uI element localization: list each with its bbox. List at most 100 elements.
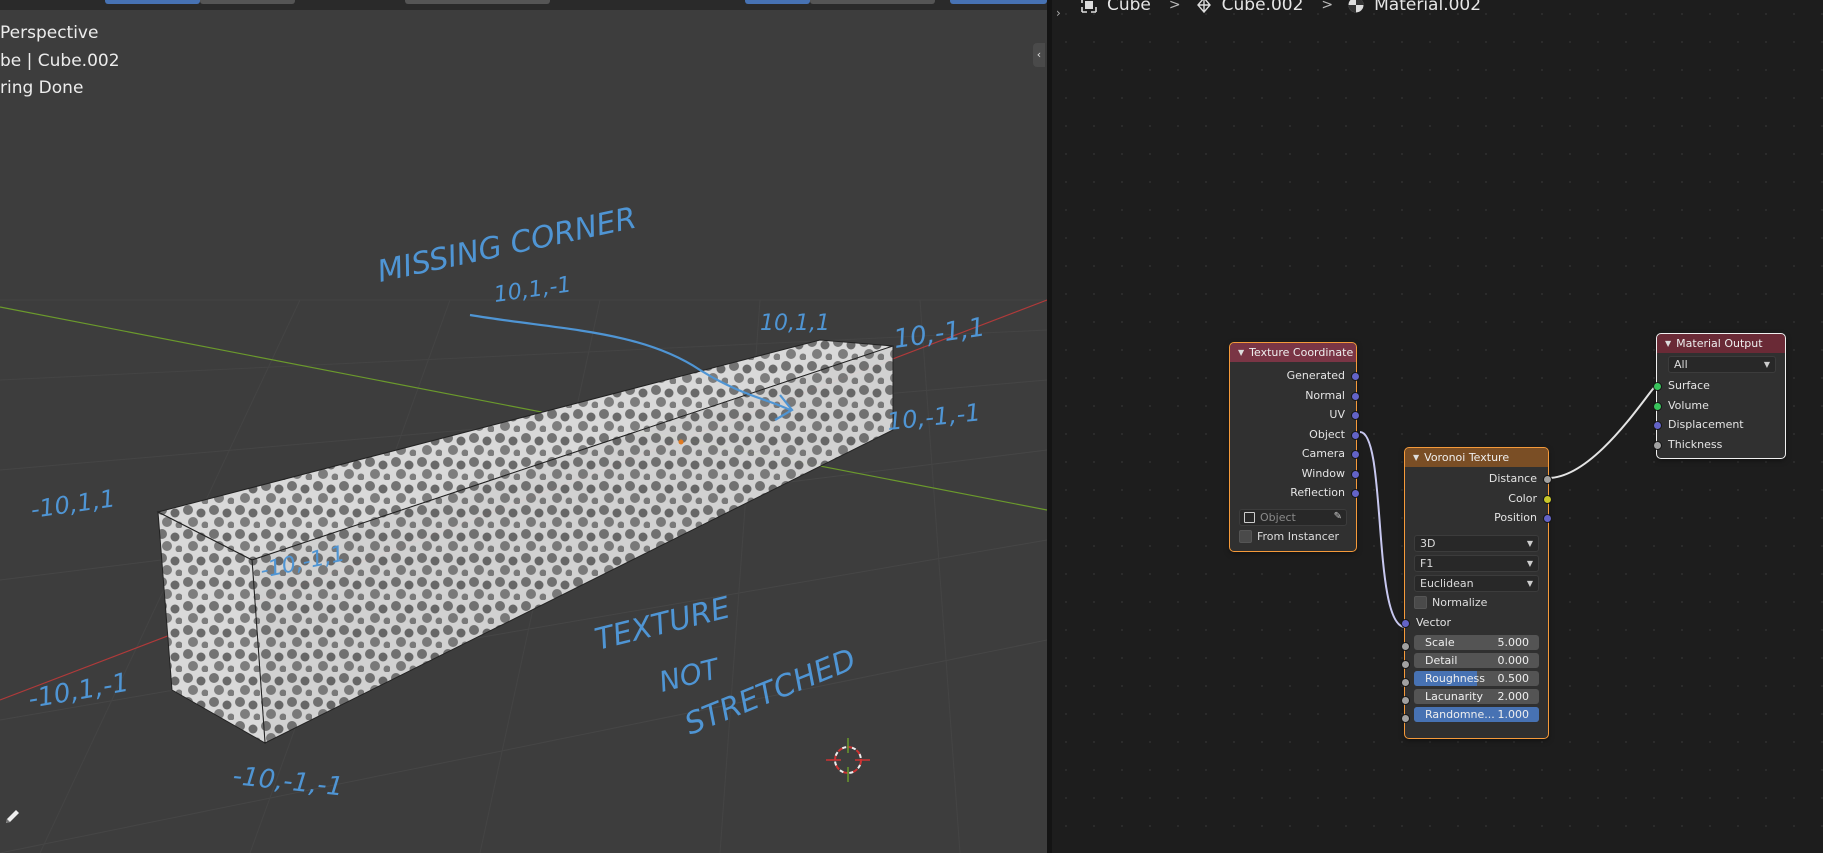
- shader-socket-icon[interactable]: [1653, 401, 1662, 411]
- float-socket-icon[interactable]: [1401, 696, 1410, 705]
- scale-slider[interactable]: Scale 5.000: [1414, 635, 1539, 650]
- node-title: Material Output: [1676, 337, 1763, 350]
- float-socket-icon[interactable]: [1401, 642, 1410, 651]
- float-socket-icon[interactable]: [1401, 678, 1410, 687]
- socket-label: UV: [1329, 408, 1345, 421]
- link-object-to-vector: [1359, 431, 1406, 628]
- vector-socket-icon[interactable]: [1351, 411, 1360, 420]
- dimensions-dropdown[interactable]: 3D ▼: [1414, 534, 1539, 552]
- param-detail[interactable]: Detail 0.000: [1401, 653, 1548, 669]
- object-placeholder: Object: [1260, 510, 1296, 524]
- slider-label: Scale: [1425, 636, 1455, 649]
- output-normal[interactable]: Normal: [1230, 386, 1360, 406]
- 3d-cursor: [826, 738, 870, 782]
- vector-socket-icon[interactable]: [1401, 618, 1410, 628]
- voronoi-texture-node[interactable]: ▼ Voronoi Texture Distance Color Positio…: [1401, 447, 1552, 739]
- vector-socket-icon[interactable]: [1351, 450, 1360, 459]
- param-lacunarity[interactable]: Lacunarity 2.000: [1401, 689, 1548, 705]
- dropdown-value: All: [1674, 358, 1688, 371]
- detail-slider[interactable]: Detail 0.000: [1414, 653, 1539, 668]
- input-thickness[interactable]: Thickness: [1653, 435, 1785, 455]
- socket-label: Normal: [1305, 388, 1345, 402]
- input-displacement[interactable]: Displacement: [1653, 415, 1785, 435]
- annotation-top-right-back: 10,1,1: [760, 311, 830, 336]
- param-scale[interactable]: Scale 5.000: [1401, 635, 1548, 651]
- socket-label: Generated: [1286, 369, 1345, 382]
- from-instancer-toggle[interactable]: From Instancer: [1239, 529, 1347, 543]
- output-window[interactable]: Window: [1230, 464, 1360, 484]
- texture-coordinate-header[interactable]: ▼ Texture Coordinate: [1230, 343, 1356, 362]
- sidebar-toggle-icon[interactable]: ‹: [1033, 43, 1045, 67]
- feature-dropdown[interactable]: F1 ▼: [1414, 554, 1539, 572]
- socket-label: Position: [1494, 511, 1537, 524]
- material-output-header[interactable]: ▼ Material Output: [1657, 334, 1785, 353]
- vector-socket-icon[interactable]: [1543, 514, 1552, 523]
- float-socket-icon[interactable]: [1401, 660, 1410, 669]
- output-position[interactable]: Position: [1405, 508, 1552, 528]
- 3d-viewport[interactable]: MISSING CORNER 10,1,-1 10,1,1 10,-1,1 10…: [0, 0, 1047, 853]
- node-title: Texture Coordinate: [1249, 346, 1354, 359]
- vector-socket-icon[interactable]: [1653, 421, 1662, 430]
- vector-socket-icon[interactable]: [1351, 430, 1360, 440]
- socket-label: Distance: [1488, 472, 1537, 485]
- collapse-chevron-icon[interactable]: ▼: [1413, 453, 1419, 462]
- output-uv[interactable]: UV: [1230, 405, 1360, 425]
- from-instancer-checkbox[interactable]: [1239, 529, 1252, 543]
- roughness-slider[interactable]: Roughness 0.500: [1414, 671, 1539, 686]
- slider-label: Detail: [1425, 654, 1458, 667]
- float-socket-icon[interactable]: [1401, 714, 1410, 723]
- socket-label: Displacement: [1668, 418, 1744, 431]
- dropdown-value: Euclidean: [1420, 576, 1474, 590]
- vector-socket-icon[interactable]: [1351, 372, 1360, 381]
- normalize-toggle[interactable]: Normalize: [1414, 595, 1539, 609]
- float-socket-icon[interactable]: [1543, 475, 1552, 484]
- slider-label: Lacunarity: [1425, 690, 1484, 703]
- output-distance[interactable]: Distance: [1405, 469, 1552, 489]
- render-target-dropdown[interactable]: All ▼: [1668, 356, 1776, 373]
- voronoi-texture-header[interactable]: ▼ Voronoi Texture: [1405, 448, 1548, 467]
- slider-value: 5.000: [1497, 636, 1530, 649]
- vector-socket-icon[interactable]: [1351, 391, 1360, 401]
- annotation-left-back-top: -10,1,1: [29, 484, 117, 524]
- texture-coordinate-node[interactable]: ▼ Texture Coordinate Generated Normal UV…: [1229, 342, 1360, 552]
- normalize-label: Normalize: [1432, 595, 1488, 609]
- material-output-node[interactable]: ▼ Material Output All ▼ Surface Volume D…: [1653, 333, 1786, 459]
- input-surface[interactable]: Surface: [1653, 376, 1785, 396]
- chevron-down-icon: ▼: [1526, 538, 1533, 548]
- annotation-left-front-bottom: -10,-1,-1: [231, 761, 344, 802]
- distance-metric-dropdown[interactable]: Euclidean ▼: [1414, 574, 1539, 592]
- output-camera[interactable]: Camera: [1230, 444, 1360, 464]
- output-color[interactable]: Color: [1405, 489, 1552, 509]
- socket-label: Reflection: [1290, 486, 1345, 499]
- annotation-missing-corner-coord: 10,1,-1: [492, 272, 573, 308]
- vector-socket-icon[interactable]: [1351, 469, 1360, 479]
- output-object[interactable]: Object: [1230, 425, 1360, 445]
- color-socket-icon[interactable]: [1543, 494, 1552, 504]
- collapse-chevron-icon[interactable]: ▼: [1238, 348, 1244, 357]
- shader-node-editor[interactable]: › Cube > Cube.002 > Material.002 ▼ Textu…: [1052, 0, 1823, 853]
- annotation-texture: TEXTURE: [591, 590, 733, 657]
- vector-socket-icon[interactable]: [1351, 489, 1360, 498]
- socket-label: Volume: [1668, 398, 1709, 412]
- object-field[interactable]: Object ✎: [1239, 508, 1347, 526]
- socket-label: Color: [1508, 491, 1537, 505]
- param-randomness[interactable]: Randomne... 1.000: [1401, 707, 1548, 723]
- object-icon: [1244, 511, 1255, 523]
- float-socket-icon[interactable]: [1653, 440, 1662, 450]
- param-roughness[interactable]: Roughness 0.500: [1401, 671, 1548, 687]
- randomness-slider[interactable]: Randomne... 1.000: [1414, 707, 1539, 722]
- link-distance-to-surface: [1547, 384, 1658, 479]
- chevron-down-icon: ▼: [1526, 558, 1533, 568]
- normalize-checkbox[interactable]: [1414, 595, 1427, 609]
- shader-socket-icon[interactable]: [1653, 382, 1662, 391]
- annotation-left-back-bottom: -10,1,-1: [26, 668, 131, 715]
- annotation-top-right-front: 10,-1,1: [892, 312, 987, 355]
- output-generated[interactable]: Generated: [1230, 366, 1360, 386]
- output-reflection[interactable]: Reflection: [1230, 483, 1360, 503]
- lacunarity-slider[interactable]: Lacunarity 2.000: [1414, 689, 1539, 704]
- input-volume[interactable]: Volume: [1653, 396, 1785, 416]
- input-vector[interactable]: Vector: [1401, 613, 1548, 633]
- eyedropper-icon[interactable]: ✎: [1334, 511, 1342, 522]
- collapse-chevron-icon[interactable]: ▼: [1665, 339, 1671, 348]
- annotate-tool-icon[interactable]: [3, 806, 23, 826]
